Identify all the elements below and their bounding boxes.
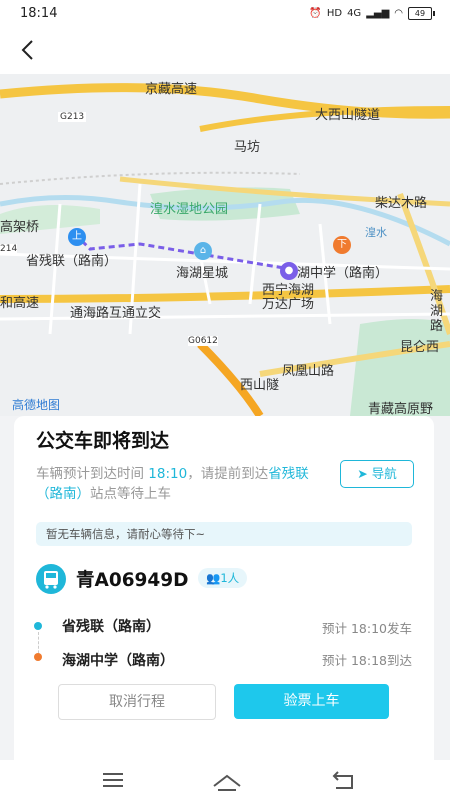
map-label-fenghuangshan: 凤凰山路 — [282, 364, 335, 379]
map-label-tonghai: 通海路互通立交 — [70, 306, 162, 321]
map-label-he-gaosu: 和高速 — [0, 296, 40, 311]
hd-icon: HD — [326, 8, 343, 19]
map-label-gaojiaqiao: 高架桥 — [0, 220, 40, 235]
map-label-jingzang: 京藏高速 — [145, 82, 198, 97]
map-roads — [0, 83, 450, 416]
arrival-description: 车辆预计到达时间 18:10，请提前到达省残联（路南）站点等待上车 — [36, 464, 326, 504]
menu-icon[interactable] — [101, 768, 125, 792]
arrival-time: 18:10 — [148, 466, 188, 482]
map-label-haihu-rd: 海湖路 — [430, 289, 444, 334]
alarm-icon: ⏰ — [309, 8, 322, 19]
amap-logo: 高德地图 — [12, 398, 61, 412]
battery-icon: 49 — [408, 7, 435, 20]
bus-plate: 青A06949D — [76, 570, 189, 591]
status-icons: ⏰ HD 4G ▂▄▆ ◠ 49 — [309, 7, 435, 20]
location-pin[interactable]: ● — [280, 262, 298, 280]
map-label-qingzang: 青藏高原野 — [368, 402, 434, 416]
nav-bar — [0, 28, 450, 74]
passenger-count: 👥1人 — [198, 568, 248, 588]
map-label-haihu-middle: 海湖中学（路南） — [284, 266, 389, 281]
map-label-shengcanlian: 省残联（路南） — [26, 254, 118, 269]
home-icon[interactable] — [212, 768, 242, 792]
board-button[interactable]: 验票上车 — [234, 684, 389, 719]
map-label-haihu-xingcheng: 海湖星城 — [176, 266, 229, 281]
desc-mid: ，请提前到达 — [187, 466, 269, 482]
map-label-huangshui-park: 湟水湿地公园 — [150, 202, 229, 217]
map-label-214: 214 — [0, 244, 18, 254]
map-label-chaidamu: 柴达木路 — [375, 196, 428, 211]
desc-suffix: 站点等待上车 — [90, 486, 171, 502]
navigate-label: 导航 — [371, 466, 397, 481]
map-label-wanda: 西宁海湖 万达广场 — [262, 283, 315, 312]
navigate-button[interactable]: ➤ 导航 — [340, 460, 414, 488]
end-stop-time: 预计 18:18到达 — [322, 653, 412, 668]
map-label-xishan: 西山隧 — [240, 378, 280, 393]
card-title: 公交车即将到达 — [36, 430, 170, 452]
desc-prefix: 车辆预计到达时间 — [36, 466, 149, 482]
start-stop-time: 预计 18:10发车 — [322, 621, 412, 636]
passenger-count-label: 1人 — [220, 571, 240, 585]
end-stop-pin[interactable]: 下 — [333, 236, 351, 254]
back-nav-icon[interactable] — [332, 768, 356, 792]
chevron-left-icon — [21, 40, 33, 60]
map-label-g0612: G0612 — [188, 336, 218, 346]
end-stop-dot — [34, 653, 42, 661]
network-label: 4G — [347, 8, 362, 19]
wifi-icon: ◠ — [394, 8, 403, 19]
status-bar: 18:14 ⏰ HD 4G ▂▄▆ ◠ 49 — [0, 0, 450, 28]
route-map[interactable]: 京藏高速 大西山隧道 G213 马坊 湟水湿地公园 柴达木路 湟水 高架桥 21… — [0, 74, 450, 416]
navigation-arrow-icon: ➤ — [357, 466, 368, 481]
poi-icon: ⌂ — [194, 242, 212, 260]
map-label-g213: G213 — [58, 112, 87, 122]
cancel-trip-button[interactable]: 取消行程 — [58, 684, 216, 720]
vehicle-notice: 暂无车辆信息，请耐心等待下~ — [36, 522, 412, 546]
signal-icon: ▂▄▆ — [366, 8, 390, 19]
map-label-mafang: 马坊 — [234, 140, 261, 155]
start-stop-name: 省残联（路南） — [62, 619, 160, 635]
system-nav-bar — [0, 760, 450, 800]
back-button[interactable] — [14, 36, 42, 64]
trip-card: 公交车即将到达 车辆预计到达时间 18:10，请提前到达省残联（路南）站点等待上… — [14, 416, 434, 760]
start-stop-dot — [34, 622, 42, 630]
end-stop-name: 海湖中学（路南） — [62, 653, 174, 669]
status-time: 18:14 — [20, 6, 58, 21]
map-label-daxishan: 大西山隧道 — [315, 108, 381, 123]
bus-icon — [36, 564, 66, 594]
map-label-kunlun: 昆仑西 — [400, 340, 440, 355]
map-label-huangshui: 湟水 — [365, 226, 387, 239]
start-stop-pin[interactable]: 上 — [68, 228, 86, 246]
passenger-icon: 👥 — [206, 571, 221, 585]
